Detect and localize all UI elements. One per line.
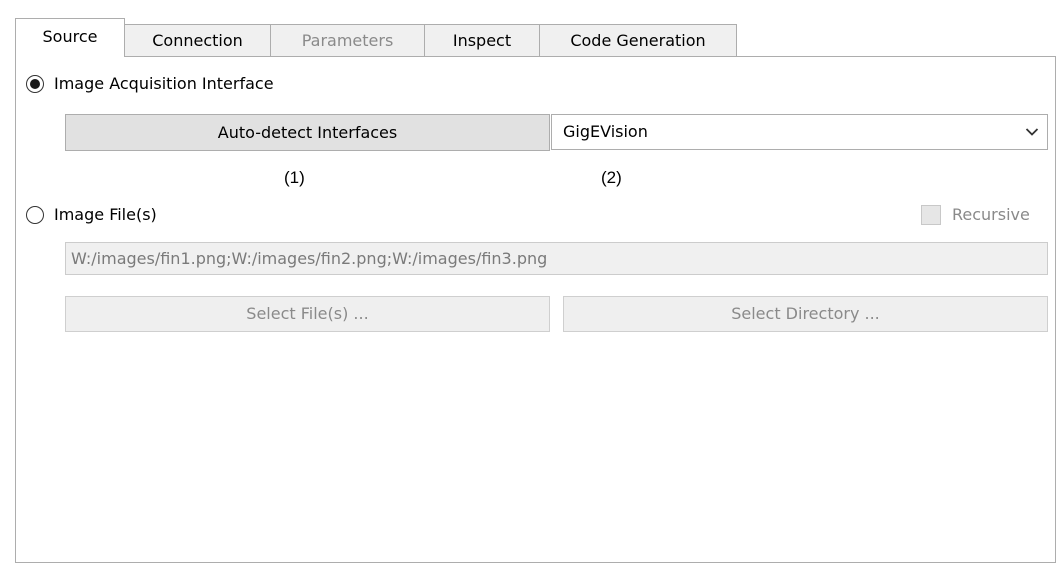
image-files-label: Image File(s) [54,205,157,224]
file-path-value: W:/images/fin1.png;W:/images/fin2.png;W:… [71,249,548,268]
acquisition-label: Image Acquisition Interface [54,74,274,93]
file-path-input[interactable]: W:/images/fin1.png;W:/images/fin2.png;W:… [65,242,1048,275]
radio-dot [30,79,40,89]
image-files-radio[interactable] [26,206,44,224]
annotation-2: (2) [601,168,622,187]
window: Source Connection Parameters Inspect Cod… [0,0,1064,569]
source-content: Image Acquisition Interface Auto-detect … [0,0,1064,569]
recursive-checkbox[interactable] [921,205,941,225]
recursive-label: Recursive [952,205,1030,224]
interface-select-value: GigEVision [563,122,648,141]
interface-select[interactable]: GigEVision [551,114,1048,150]
annotation-1: (1) [284,168,305,187]
select-files-button[interactable]: Select File(s) ... [65,296,550,332]
acquisition-radio[interactable] [26,75,44,93]
autodetect-button[interactable]: Auto-detect Interfaces [65,114,550,151]
chevron-down-icon [1025,128,1039,136]
select-directory-button[interactable]: Select Directory ... [563,296,1048,332]
